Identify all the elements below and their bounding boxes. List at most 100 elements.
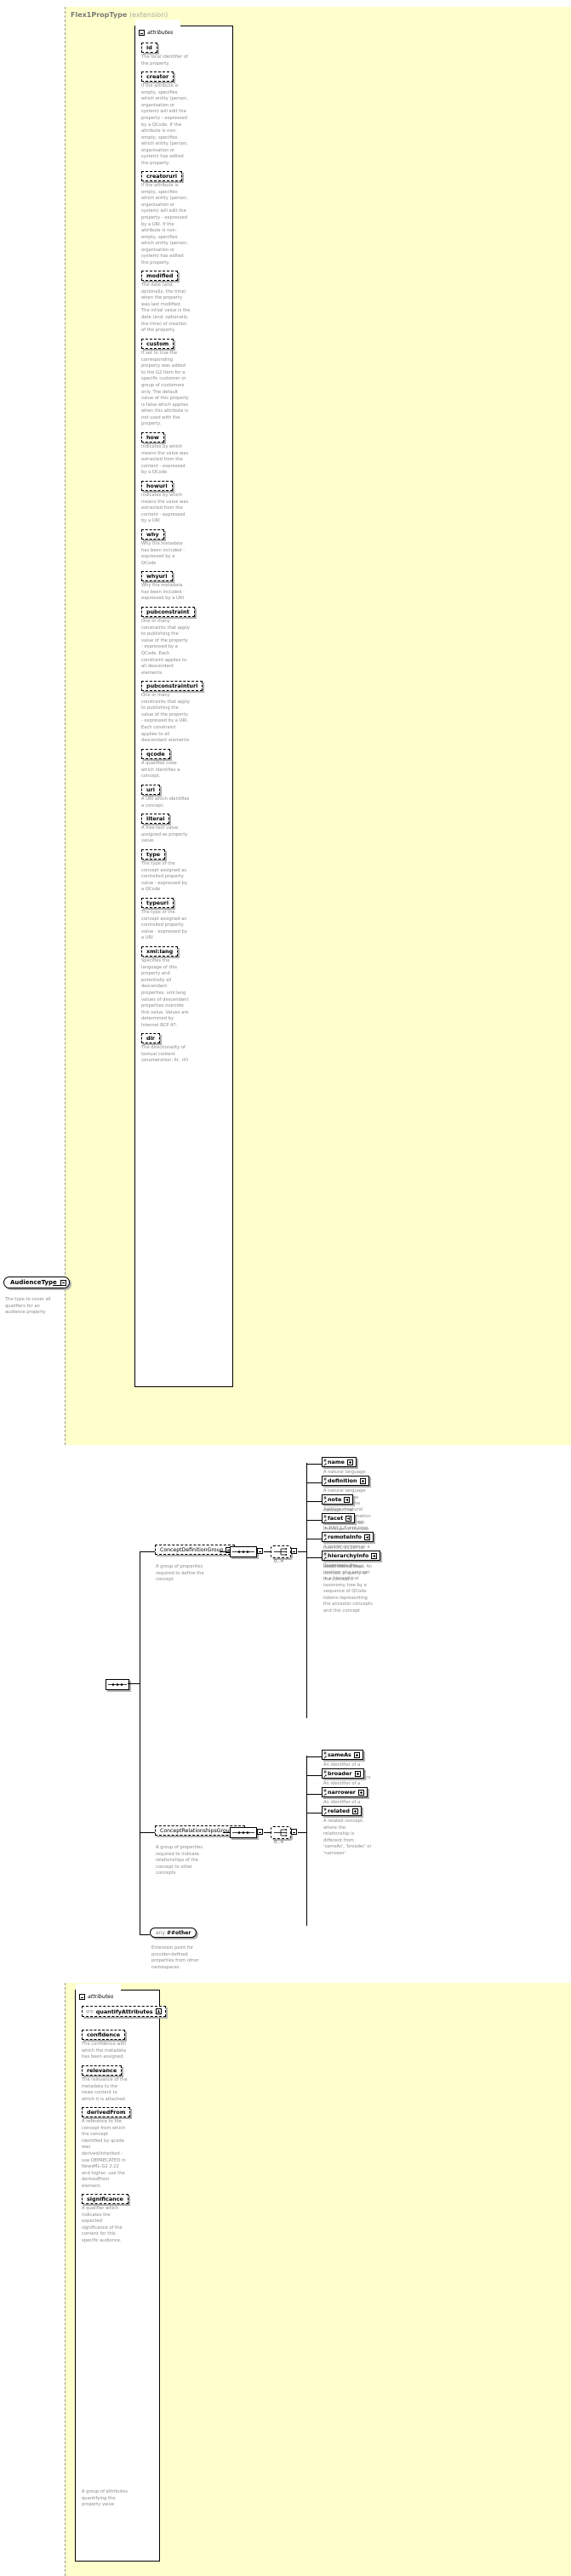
element-label: broader [328,1769,352,1777]
attributes-label: attributes [147,30,174,36]
element-marker-icon [323,1477,327,1485]
attribute-name-chip[interactable]: creatoruri [141,171,183,182]
attributes-header: attributes [139,30,173,36]
anyother-chip[interactable]: any ##other [150,1928,197,1938]
element-related[interactable]: related [322,1806,362,1817]
element-marker-icon [323,1552,327,1560]
cdg-sequence-symbol[interactable] [230,1546,257,1557]
audiencetype-description: The type to cover all qualifiers for an … [5,1297,51,1316]
attribute-name-chip[interactable]: qcode [141,749,170,760]
element-expand-icon[interactable] [364,1534,371,1540]
attribute-name-chip[interactable]: relevance [82,2065,123,2076]
element-name[interactable]: name [322,1457,357,1468]
attribute-name-chip[interactable]: type [141,849,166,860]
element-expand-icon[interactable] [357,1789,364,1796]
crg-children-spine [306,1756,307,1926]
conceptdefinitiongroup-box[interactable]: ConceptDefinitionGroup [155,1545,236,1555]
element-marker-icon [323,1496,327,1504]
element-marker-icon [323,1515,327,1522]
connector-audiencetype [53,1285,66,1286]
crg-seq-collapse-icon[interactable] [257,1829,263,1835]
attribute-typeuri: typeuri The type of the concept assigned … [141,898,191,942]
element-expand-icon[interactable] [359,1477,366,1484]
attribute-description: A URI which identifies a concept. [141,797,190,808]
attribute-how: how Indicates by which means the value wa… [141,432,191,477]
anyother-box[interactable]: any ##other [150,1928,197,1938]
element-marker-icon [323,1534,327,1541]
quantifyattributes-expand-icon[interactable] [155,2008,162,2014]
attribute-why: why Why the metadata has been included - … [141,529,191,567]
attribute-description: The date (and, optionally, the time) whe… [141,283,191,334]
child-connector [306,1756,322,1757]
element-note[interactable]: note [322,1494,354,1505]
attribute-name-chip[interactable]: id [141,43,157,54]
element-expand-icon[interactable] [344,1496,351,1503]
attribute-dir: dir The directionality of textual content… [141,1033,191,1065]
crg-choice-collapse-icon[interactable] [291,1829,297,1835]
element-marker-icon [323,1459,327,1466]
attribute-description: The confidence with which the metadata h… [82,2042,127,2060]
attribute-name-chip[interactable]: custom [141,339,174,350]
attribute-name-chip[interactable]: modified [141,271,179,282]
attribute-howuri: howuri Indicates by which means the value… [141,481,191,525]
attribute-modified: modified The date (and, optionally, the t… [141,271,191,334]
element-definition[interactable]: definition [322,1476,369,1487]
attribute-name-chip[interactable]: derivedFrom [82,2107,131,2118]
crg-sequence-symbol[interactable] [230,1827,257,1838]
audiencetype-box[interactable]: AudienceType [3,1277,70,1288]
element-description: Represents the position of a concept in … [323,1563,373,1614]
attribute-description: One or many constraints that apply to pu… [141,619,190,676]
element-expand-icon[interactable] [345,1515,352,1522]
attribute-name-chip[interactable]: creator [141,71,174,83]
collapse-icon[interactable] [139,30,145,36]
element-sameas[interactable]: sameAs [322,1750,363,1761]
element-expand-icon[interactable] [354,1770,361,1777]
attribute-name-chip[interactable]: dir [141,1033,160,1044]
attribute-name-chip[interactable]: confidence [82,2030,126,2041]
attribute-name-chip[interactable]: why [141,529,164,540]
attribute-name-chip[interactable]: howuri [141,481,173,492]
attribute-name-chip[interactable]: xml:lang [141,946,179,957]
quantifyattributes-chip[interactable]: grp quantifyAttributes [82,2006,166,2017]
anyother-label: ##other [166,1929,191,1936]
element-expand-icon[interactable] [353,1751,360,1758]
attribute-name-chip[interactable]: literal [141,814,170,825]
attribute-name-chip[interactable]: whyuri [141,571,173,582]
element-facet[interactable]: facet [322,1513,356,1524]
second-collapse-icon[interactable] [79,1994,85,2000]
attribute-name-chip[interactable]: significance [82,2194,128,2205]
element-expand-icon[interactable] [351,1808,358,1814]
attribute-name-chip[interactable]: pubconstraint [141,607,195,618]
element-hierarchyinfo[interactable]: hierarchyInfo [322,1551,381,1562]
attribute-description: If the attribute is empty, specifies whi… [141,83,188,166]
quantifyattributes-description: A group of attributes quantifying the pr… [82,2489,128,2508]
crg-to-seq [223,1832,230,1833]
main-seq-out [128,1683,140,1684]
element-broader[interactable]: broader [322,1768,364,1779]
element-marker-icon [323,1789,327,1796]
element-description: A related concept, where the relationshi… [323,1819,372,1856]
attribute-name-chip[interactable]: pubconstrainturi [141,681,203,692]
attribute-name-chip[interactable]: uri [141,785,160,796]
element-narrower[interactable]: narrower [322,1787,368,1798]
attribute-relevance: relevance The relevance of the metadata t… [82,2065,128,2103]
attribute-name-chip[interactable]: how [141,432,164,443]
quantifyattributes-group[interactable]: grp quantifyAttributes [82,2006,166,2017]
main-sequence-symbol[interactable] [106,1679,129,1690]
element-expand-icon[interactable] [346,1459,353,1465]
element-remoteinfo[interactable]: remoteInfo [322,1532,374,1543]
child-connector [306,1794,322,1795]
cdg-choice-collapse-icon[interactable] [291,1548,297,1554]
attribute-xml-lang: xml:lang Specifies the language of this p… [141,946,191,1029]
attribute-description: Specifies the language of this property … [141,958,189,1028]
element-expand-icon[interactable] [371,1552,378,1559]
cdg-choice-out [298,1551,306,1552]
cdg-choice-symbol[interactable] [271,1545,291,1558]
crg-choice-symbol[interactable] [271,1826,291,1839]
attribute-name-chip[interactable]: typeuri [141,898,174,909]
cdg-seq-to-choice [264,1551,271,1552]
cdg-seq-collapse-icon[interactable] [257,1548,263,1554]
attribute-description: A qualified code which identifies a conc… [141,761,180,780]
second-panel-edge [65,1983,66,2576]
second-attributes-label: attributes [88,1994,114,2000]
